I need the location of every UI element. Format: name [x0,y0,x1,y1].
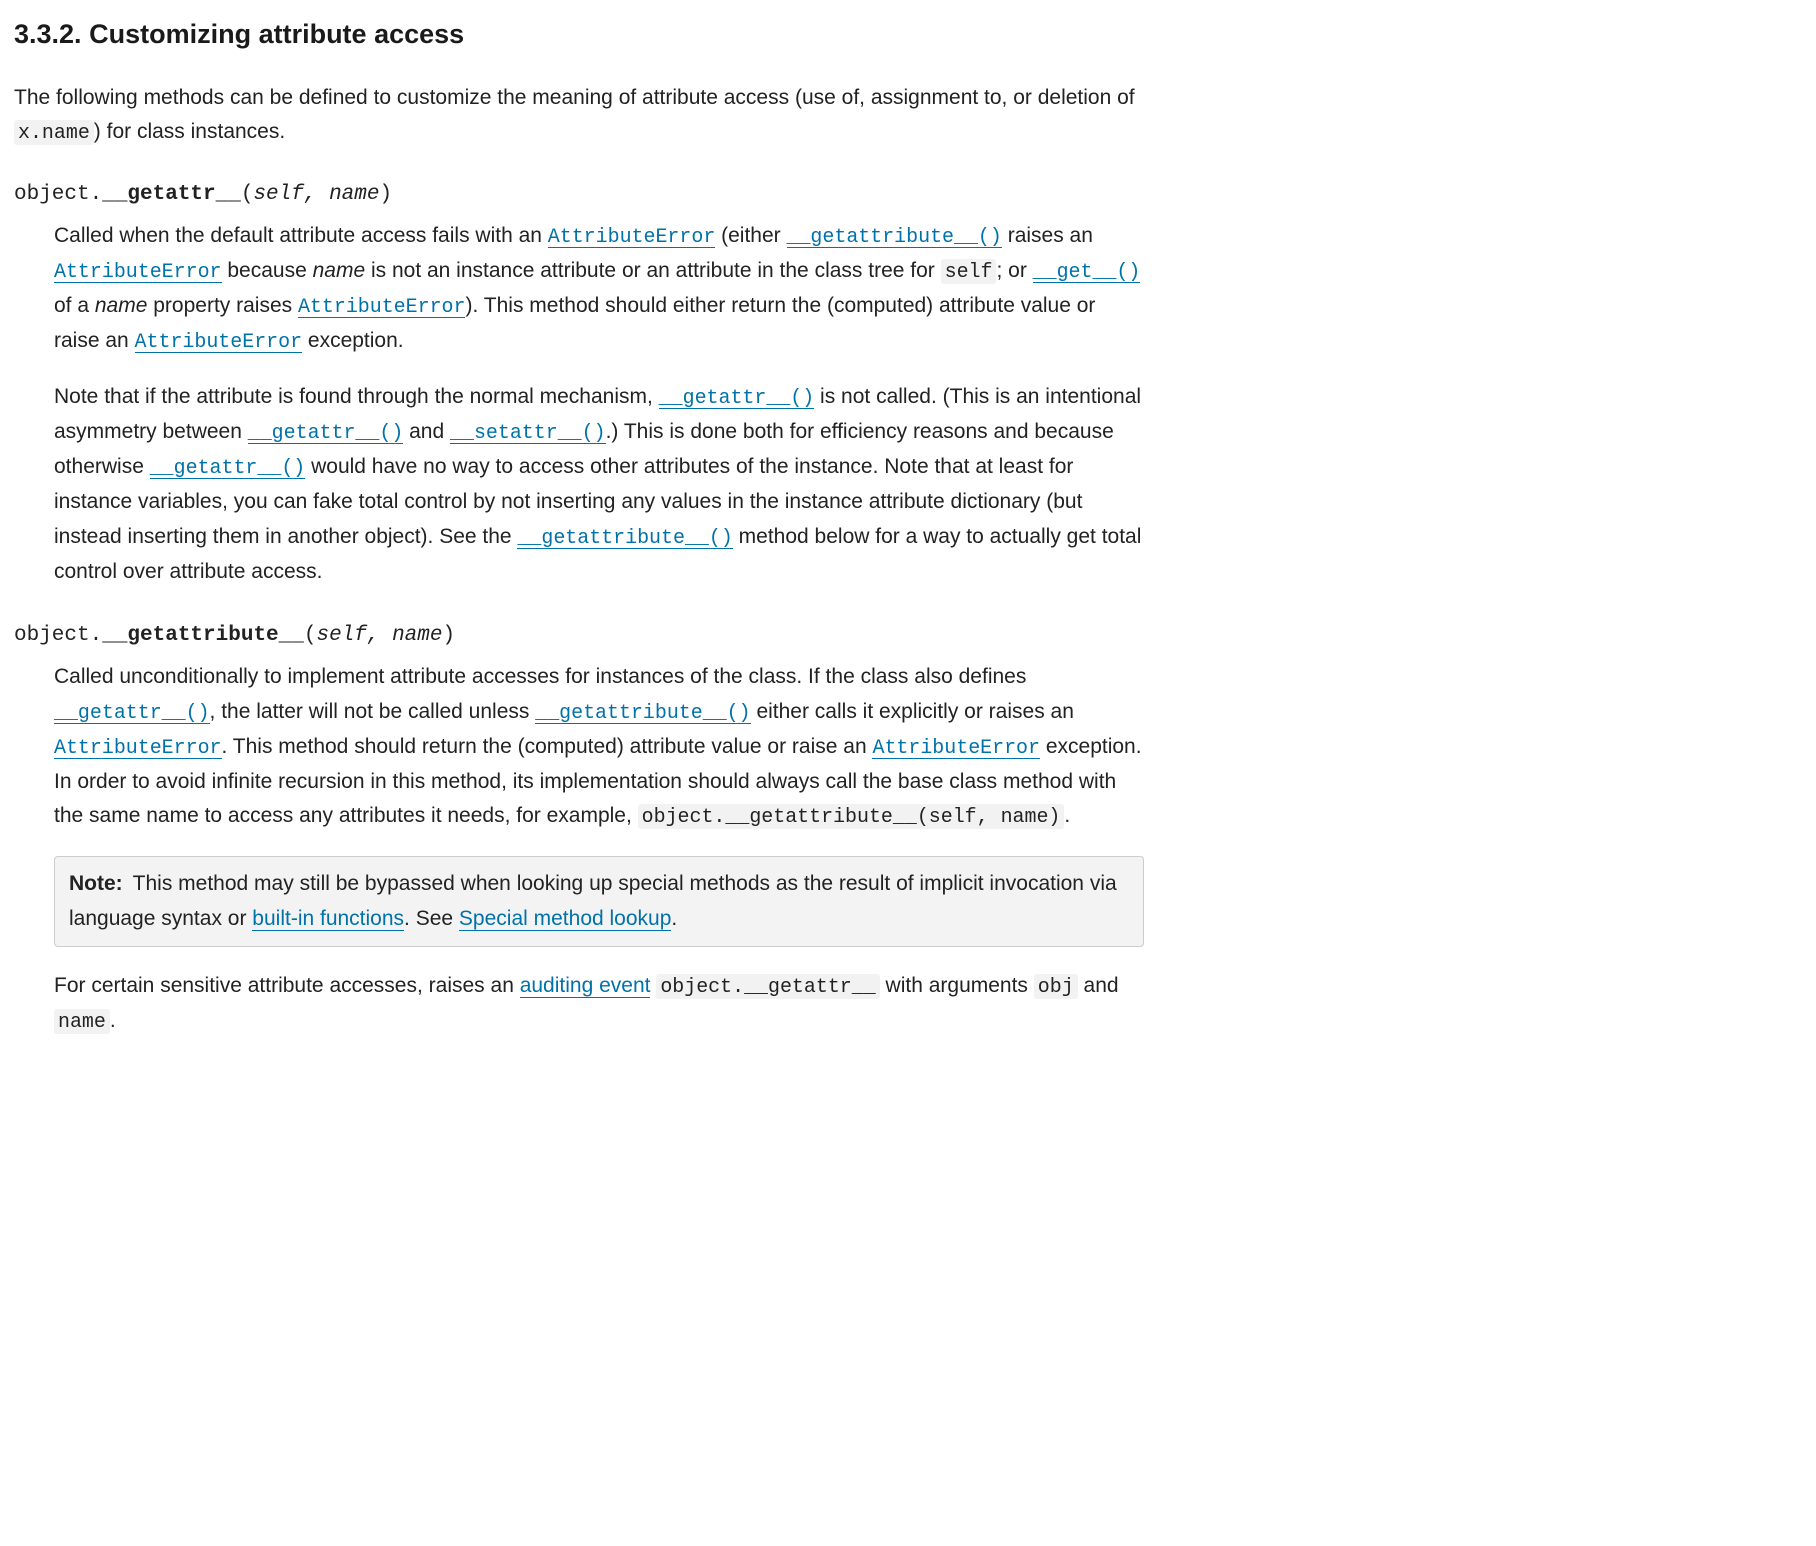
code-obj: obj [1034,974,1078,999]
getattribute-paragraph-1: Called unconditionally to implement attr… [54,660,1144,834]
param-name: name [313,259,366,282]
signature-getattribute: object.__getattribute__(self, name) [14,619,1144,654]
link-attributeerror[interactable]: AttributeError [548,224,716,248]
code-audit-event: object.__getattr__ [656,974,879,999]
link-getattr[interactable]: __getattr__() [150,455,306,479]
sig-params: self, name [253,183,379,206]
link-attributeerror[interactable]: AttributeError [54,259,222,283]
code-base-call: object.__getattribute__(self, name) [638,804,1065,829]
getattr-paragraph-2: Note that if the attribute is found thro… [54,380,1144,589]
getattribute-paragraph-2: For certain sensitive attribute accesses… [54,969,1144,1039]
link-attributeerror[interactable]: AttributeError [54,735,222,759]
link-special-method-lookup[interactable]: Special method lookup [459,907,671,931]
getattr-paragraph-1: Called when the default attribute access… [54,219,1144,359]
code-name: name [54,1009,110,1034]
link-attributeerror[interactable]: AttributeError [135,329,303,353]
link-setattr[interactable]: __setattr__() [450,420,606,444]
sig-classname: object. [14,183,102,206]
section-number: 3.3.2. [14,19,82,49]
section-title-text: Customizing attribute access [89,19,464,49]
param-name: name [95,294,148,317]
link-get[interactable]: __get__() [1033,259,1141,283]
note-admonition: Note:This method may still be bypassed w… [54,856,1144,947]
link-getattribute[interactable]: __getattribute__() [517,525,732,549]
link-auditing-event[interactable]: auditing event [520,974,651,998]
sig-params: self, name [316,624,442,647]
sig-methodname: __getattr__ [102,183,241,206]
link-getattr[interactable]: __getattr__() [659,385,815,409]
link-getattr[interactable]: __getattr__() [248,420,404,444]
sig-paren-open: ( [241,183,254,206]
getattr-description: Called when the default attribute access… [54,219,1144,590]
note-label: Note: [69,872,123,895]
link-attributeerror[interactable]: AttributeError [298,294,466,318]
link-builtin-functions[interactable]: built-in functions [252,907,404,931]
sig-paren-open: ( [304,624,317,647]
link-attributeerror[interactable]: AttributeError [872,735,1040,759]
sig-paren-close: ) [379,183,392,206]
intro-text: The following methods can be defined to … [14,86,1135,109]
sig-methodname: __getattribute__ [102,624,304,647]
code-xname: x.name [14,120,94,145]
code-self: self [941,259,997,284]
intro-text-end: ) for class instances. [94,120,285,143]
link-getattr[interactable]: __getattr__() [54,700,210,724]
getattribute-description: Called unconditionally to implement attr… [54,660,1144,1039]
sig-paren-close: ) [443,624,456,647]
intro-paragraph: The following methods can be defined to … [14,81,1144,151]
link-getattribute[interactable]: __getattribute__() [787,224,1002,248]
signature-getattr: object.__getattr__(self, name) [14,178,1144,213]
section-heading: 3.3.2. Customizing attribute access [14,12,1144,57]
link-getattribute[interactable]: __getattribute__() [535,700,750,724]
sig-classname: object. [14,624,102,647]
